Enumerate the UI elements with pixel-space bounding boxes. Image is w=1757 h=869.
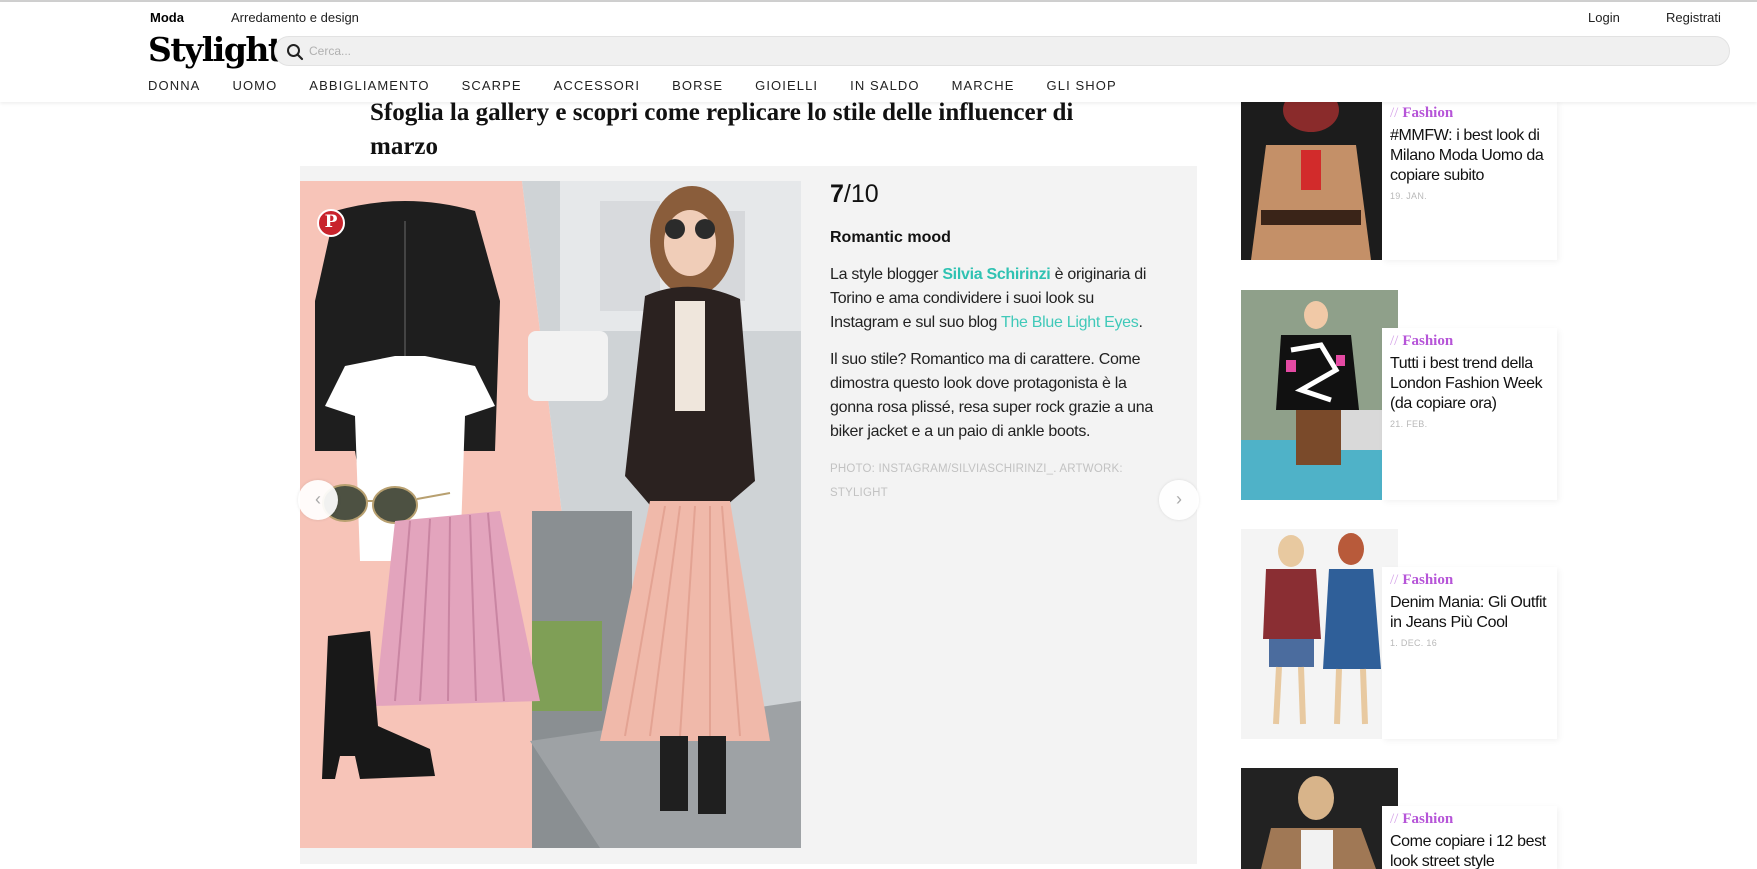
card-date: 21. FEB. [1390, 419, 1428, 429]
slide-counter: 7/10 [830, 180, 1160, 209]
main-nav: DONNA UOMO ABBIGLIAMENTO SCARPE ACCESSOR… [148, 78, 1149, 93]
section-tab-arredamento[interactable]: Arredamento e design [231, 10, 359, 25]
sidebar-card[interactable]: //Fashion Come copiare i 12 best look st… [1241, 768, 1557, 869]
category-slashes: // [1390, 572, 1399, 588]
nav-in-saldo[interactable]: IN SALDO [850, 78, 919, 93]
card-image [1241, 768, 1398, 869]
site-logo[interactable]: Stylight [148, 30, 283, 69]
pinterest-icon[interactable]: P [317, 209, 345, 237]
card-image [1241, 290, 1398, 500]
card-category[interactable]: //Fashion [1390, 105, 1547, 122]
card-title[interactable]: Come copiare i 12 best look street style [1390, 832, 1547, 869]
blogger-name-link[interactable]: Silvia Schirinzi [942, 266, 1050, 283]
card-image [1241, 100, 1382, 260]
blog-link[interactable]: The Blue Light Eyes [1001, 314, 1139, 331]
card-date: 1. DEC. 16 [1390, 638, 1438, 648]
chevron-right-icon[interactable]: › [1159, 480, 1199, 520]
search-bar[interactable] [274, 36, 1730, 66]
card-meta: //Fashion Tutti i best trend della Londo… [1382, 328, 1557, 500]
card-image [1241, 529, 1398, 739]
slide-counter-total: /10 [843, 180, 879, 208]
nav-donna[interactable]: DONNA [148, 78, 200, 93]
nav-gli-shop[interactable]: GLI SHOP [1047, 78, 1117, 93]
slide-title: Romantic mood [830, 229, 951, 246]
category-label: Fashion [1402, 572, 1454, 588]
nav-gioielli[interactable]: GIOIELLI [755, 78, 818, 93]
nav-scarpe[interactable]: SCARPE [462, 78, 522, 93]
section-tab-moda[interactable]: Moda [150, 10, 184, 25]
card-category[interactable]: //Fashion [1390, 811, 1547, 828]
outfit-collage [300, 181, 801, 848]
slide-paragraph-2: Il suo stile? Romantico ma di carattere.… [830, 351, 1153, 440]
card-thumbnail[interactable] [1241, 290, 1398, 500]
category-label: Fashion [1402, 105, 1454, 121]
card-thumbnail[interactable] [1241, 768, 1398, 869]
card-date: 19. JAN. [1390, 191, 1427, 201]
card-meta: //Fashion Come copiare i 12 best look st… [1382, 806, 1557, 869]
card-title[interactable]: #MMFW: i best look di Milano Moda Uomo d… [1390, 126, 1547, 186]
gallery-image[interactable]: P [300, 181, 801, 848]
nav-accessori[interactable]: ACCESSORI [554, 78, 640, 93]
card-category[interactable]: //Fashion [1390, 572, 1547, 589]
category-label: Fashion [1402, 333, 1454, 349]
search-icon[interactable] [285, 42, 305, 62]
login-link[interactable]: Login [1588, 10, 1620, 25]
paragraph-text: La style blogger [830, 266, 943, 283]
slide-paragraph-1: La style blogger Silvia Schirinzi è orig… [830, 263, 1160, 335]
paragraph-text: . [1138, 314, 1143, 331]
chevron-left-icon[interactable]: ‹ [298, 480, 338, 520]
site-header: Moda Arredamento e design Login Registra… [0, 2, 1757, 102]
card-meta: //Fashion #MMFW: i best look di Milano M… [1382, 100, 1557, 260]
card-thumbnail[interactable] [1241, 100, 1382, 260]
slide-counter-current: 7 [830, 180, 844, 208]
slide-info: 7/10 Romantic mood La style blogger Silv… [830, 180, 1160, 505]
register-link[interactable]: Registrati [1666, 10, 1721, 25]
nav-borse[interactable]: BORSE [672, 78, 723, 93]
category-slashes: // [1390, 333, 1399, 349]
photo-credit: PHOTO: INSTAGRAM/SILVIASCHIRINZI_. ARTWO… [830, 463, 1123, 499]
nav-abbigliamento[interactable]: ABBIGLIAMENTO [309, 78, 429, 93]
card-meta: //Fashion Denim Mania: Gli Outfit in Jea… [1382, 567, 1557, 739]
nav-marche[interactable]: MARCHE [952, 78, 1015, 93]
card-thumbnail[interactable] [1241, 529, 1398, 739]
category-label: Fashion [1402, 811, 1454, 827]
card-title[interactable]: Tutti i best trend della London Fashion … [1390, 354, 1547, 414]
gallery-slide: P ‹ › 7/10 Romantic mood La style blogge… [298, 166, 1199, 864]
nav-uomo[interactable]: UOMO [232, 78, 277, 93]
sidebar-card[interactable]: //Fashion Tutti i best trend della Londo… [1241, 290, 1557, 500]
card-title[interactable]: Denim Mania: Gli Outfit in Jeans Più Coo… [1390, 593, 1547, 633]
article-headline: Sfoglia la gallery e scopri come replica… [370, 99, 1074, 160]
search-input[interactable] [309, 37, 1709, 65]
sidebar-card[interactable]: //Fashion #MMFW: i best look di Milano M… [1241, 100, 1557, 260]
category-slashes: // [1390, 811, 1399, 827]
card-category[interactable]: //Fashion [1390, 333, 1547, 350]
sidebar-card[interactable]: //Fashion Denim Mania: Gli Outfit in Jea… [1241, 529, 1557, 739]
category-slashes: // [1390, 105, 1399, 121]
